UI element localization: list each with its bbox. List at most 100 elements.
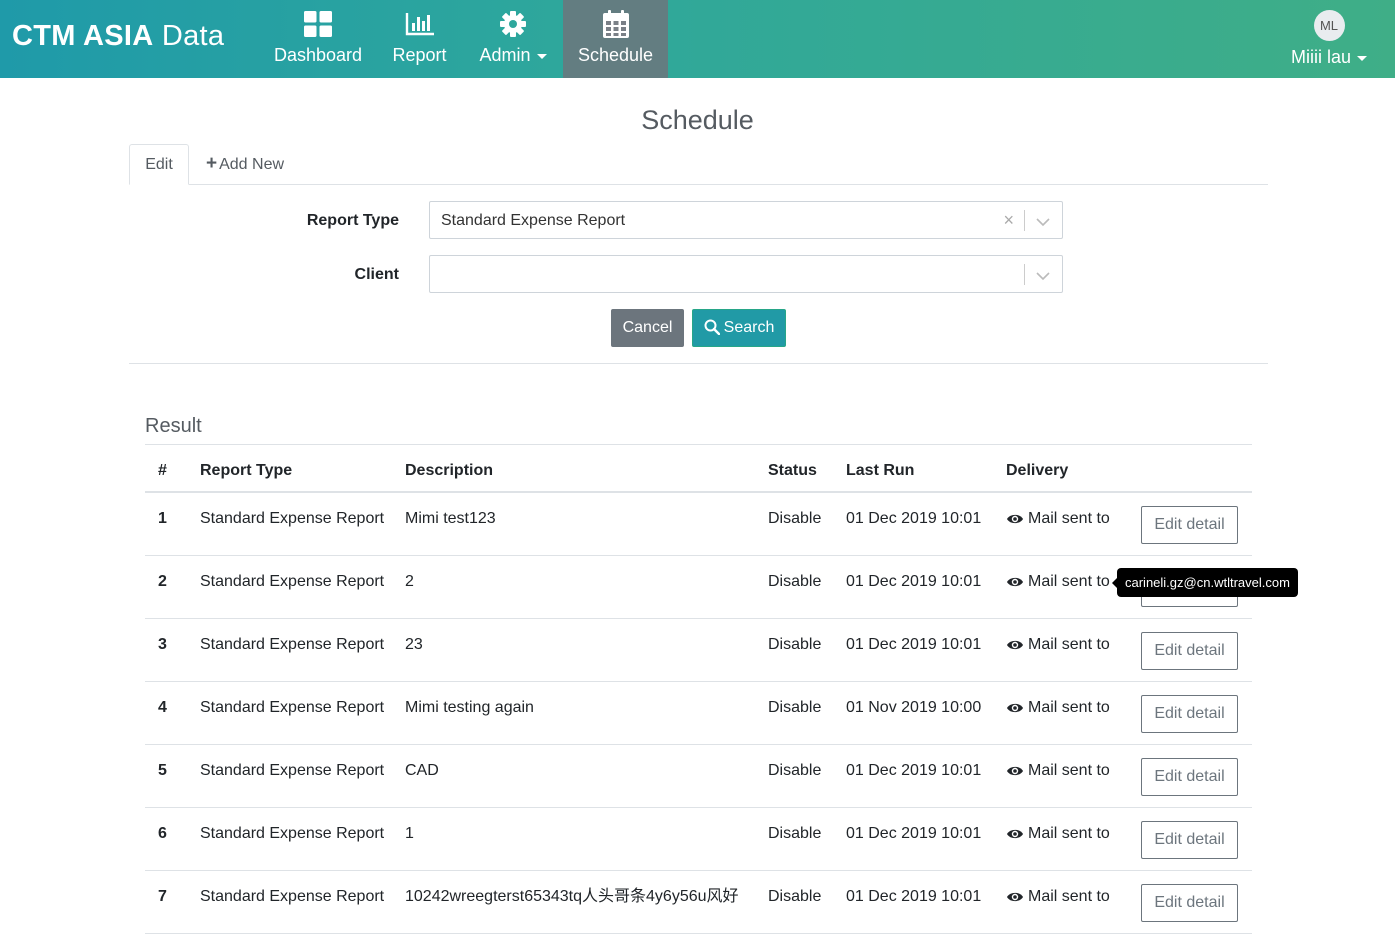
nav-schedule-label: Schedule <box>577 45 654 65</box>
row-delivery[interactable]: Mail sent to <box>1006 824 1110 846</box>
row-description: Mimi test123 <box>405 510 496 527</box>
result-title: Result <box>145 415 202 437</box>
search-icon <box>704 319 724 336</box>
header-num: # <box>158 462 167 479</box>
chevron-down-icon[interactable] <box>1036 214 1050 232</box>
table-row: 4 Standard Expense Report Mimi testing aga… <box>145 682 1252 745</box>
eye-icon[interactable] <box>1006 763 1024 783</box>
table-row: 7 Standard Expense Report 10242wreegterst6… <box>145 871 1252 934</box>
user-menu[interactable]: ML Miiii lau <box>1289 0 1369 78</box>
header-status: Status <box>768 462 817 479</box>
row-status: Disable <box>768 699 822 716</box>
row-number: 5 <box>158 762 167 779</box>
row-last-run: 01 Nov 2019 10:00 <box>846 699 982 716</box>
eye-icon[interactable] <box>1006 511 1024 531</box>
row-status: Disable <box>768 573 822 590</box>
row-number: 2 <box>158 573 167 590</box>
nav-admin[interactable]: Admin <box>478 0 548 78</box>
select-separator <box>1024 210 1025 231</box>
tab-add-new[interactable]: + Add New <box>206 144 284 184</box>
row-report-type: Standard Expense Report <box>200 573 385 590</box>
client-select[interactable] <box>429 255 1063 293</box>
row-status: Disable <box>768 825 822 842</box>
nav-schedule[interactable]: Schedule <box>563 0 668 78</box>
edit-detail-button[interactable]: Edit detail <box>1141 695 1238 733</box>
row-delivery-label: Mail sent to <box>1028 573 1110 590</box>
eye-icon[interactable] <box>1006 826 1024 846</box>
table-row: 2 Standard Expense Report 2 Disable 01 Dec 2… <box>145 556 1252 619</box>
nav-admin-label: Admin <box>479 44 547 66</box>
cancel-button[interactable]: Cancel <box>611 309 684 347</box>
header-delivery: Delivery <box>1006 462 1069 479</box>
calendar-icon <box>601 9 631 39</box>
edit-detail-button[interactable]: Edit detail <box>1141 821 1238 859</box>
page-title: Schedule <box>641 105 754 135</box>
nav-dashboard[interactable]: Dashboard <box>274 0 362 78</box>
row-delivery-label: Mail sent to <box>1028 825 1110 842</box>
row-last-run: 01 Dec 2019 10:01 <box>846 510 982 527</box>
row-report-type: Standard Expense Report <box>200 636 385 653</box>
report-type-value: Standard Expense Report <box>441 212 626 229</box>
row-delivery-label: Mail sent to <box>1028 699 1110 716</box>
row-status: Disable <box>768 762 822 779</box>
avatar: ML <box>1313 10 1345 41</box>
eye-icon[interactable] <box>1006 574 1024 594</box>
row-delivery-label: Mail sent to <box>1028 888 1110 905</box>
brand-logo[interactable]: CTM ASIA Data <box>12 18 224 54</box>
report-type-label: Report Type <box>306 212 399 229</box>
row-delivery[interactable]: Mail sent to <box>1006 698 1110 720</box>
bar-chart-icon <box>405 9 435 39</box>
table-row: 3 Standard Expense Report 23 Disable 01 Dec … <box>145 619 1252 682</box>
row-delivery[interactable]: Mail sent to <box>1006 761 1110 783</box>
row-number: 3 <box>158 636 167 653</box>
user-name: Miiii lau <box>1291 46 1367 68</box>
row-description: Mimi testing again <box>405 699 534 716</box>
row-delivery[interactable]: Mail sent to <box>1006 635 1110 657</box>
chevron-down-icon <box>536 53 547 59</box>
row-last-run: 01 Dec 2019 10:01 <box>846 573 982 590</box>
eye-icon[interactable] <box>1006 637 1024 657</box>
edit-detail-button[interactable]: Edit detail <box>1141 506 1238 544</box>
row-report-type: Standard Expense Report <box>200 825 385 842</box>
eye-icon[interactable] <box>1006 700 1024 720</box>
row-status: Disable <box>768 636 822 653</box>
search-button[interactable]: Search <box>692 309 786 347</box>
row-last-run: 01 Dec 2019 10:01 <box>846 762 982 779</box>
row-delivery-label: Mail sent to <box>1028 762 1110 779</box>
clear-icon[interactable]: × <box>1003 210 1014 231</box>
row-description: 23 <box>405 636 423 653</box>
row-report-type: Standard Expense Report <box>200 888 385 905</box>
tooltip-text: carineli.gz@cn.wtltravel.com <box>1125 575 1290 590</box>
tab-add-new-label: Add New <box>219 156 285 173</box>
chevron-down-icon <box>1357 55 1367 61</box>
brand-bold: CTM ASIA <box>12 20 154 52</box>
row-number: 7 <box>158 888 167 905</box>
table-row: 6 Standard Expense Report 1 Disable 01 Dec 2… <box>145 808 1252 871</box>
table-row: 1 Standard Expense Report Mimi test123 Disa… <box>145 493 1252 556</box>
edit-detail-button[interactable]: Edit detail <box>1141 884 1238 922</box>
chevron-down-icon[interactable] <box>1036 268 1050 286</box>
edit-detail-button[interactable]: Edit detail <box>1141 632 1238 670</box>
row-description: 1 <box>405 825 414 842</box>
row-report-type: Standard Expense Report <box>200 510 385 527</box>
tab-edit[interactable]: Edit <box>129 144 189 185</box>
brand-rest: Data <box>153 20 225 52</box>
row-last-run: 01 Dec 2019 10:01 <box>846 888 982 905</box>
top-navbar: CTM ASIA Data Dashboard Report Admin Sch… <box>0 0 1395 78</box>
edit-detail-button[interactable]: Edit detail <box>1141 758 1238 796</box>
row-delivery-label: Mail sent to <box>1028 510 1110 527</box>
row-status: Disable <box>768 510 822 527</box>
row-delivery[interactable]: Mail sent to <box>1006 572 1110 594</box>
nav-dashboard-label: Dashboard <box>273 45 363 65</box>
search-button-label: Search <box>723 319 775 336</box>
eye-icon[interactable] <box>1006 889 1024 909</box>
row-description: 10242wreegterst65343tq人头哥条4y6y56u风好 <box>405 888 739 905</box>
nav-report[interactable]: Report <box>392 0 447 78</box>
row-delivery[interactable]: Mail sent to <box>1006 509 1110 531</box>
row-last-run: 01 Dec 2019 10:01 <box>846 636 982 653</box>
row-number: 6 <box>158 825 167 842</box>
select-separator <box>1024 264 1025 285</box>
nav-report-label: Report <box>392 45 447 65</box>
report-type-select[interactable]: Standard Expense Report × <box>429 201 1063 239</box>
client-label: Client <box>354 266 399 283</box>
